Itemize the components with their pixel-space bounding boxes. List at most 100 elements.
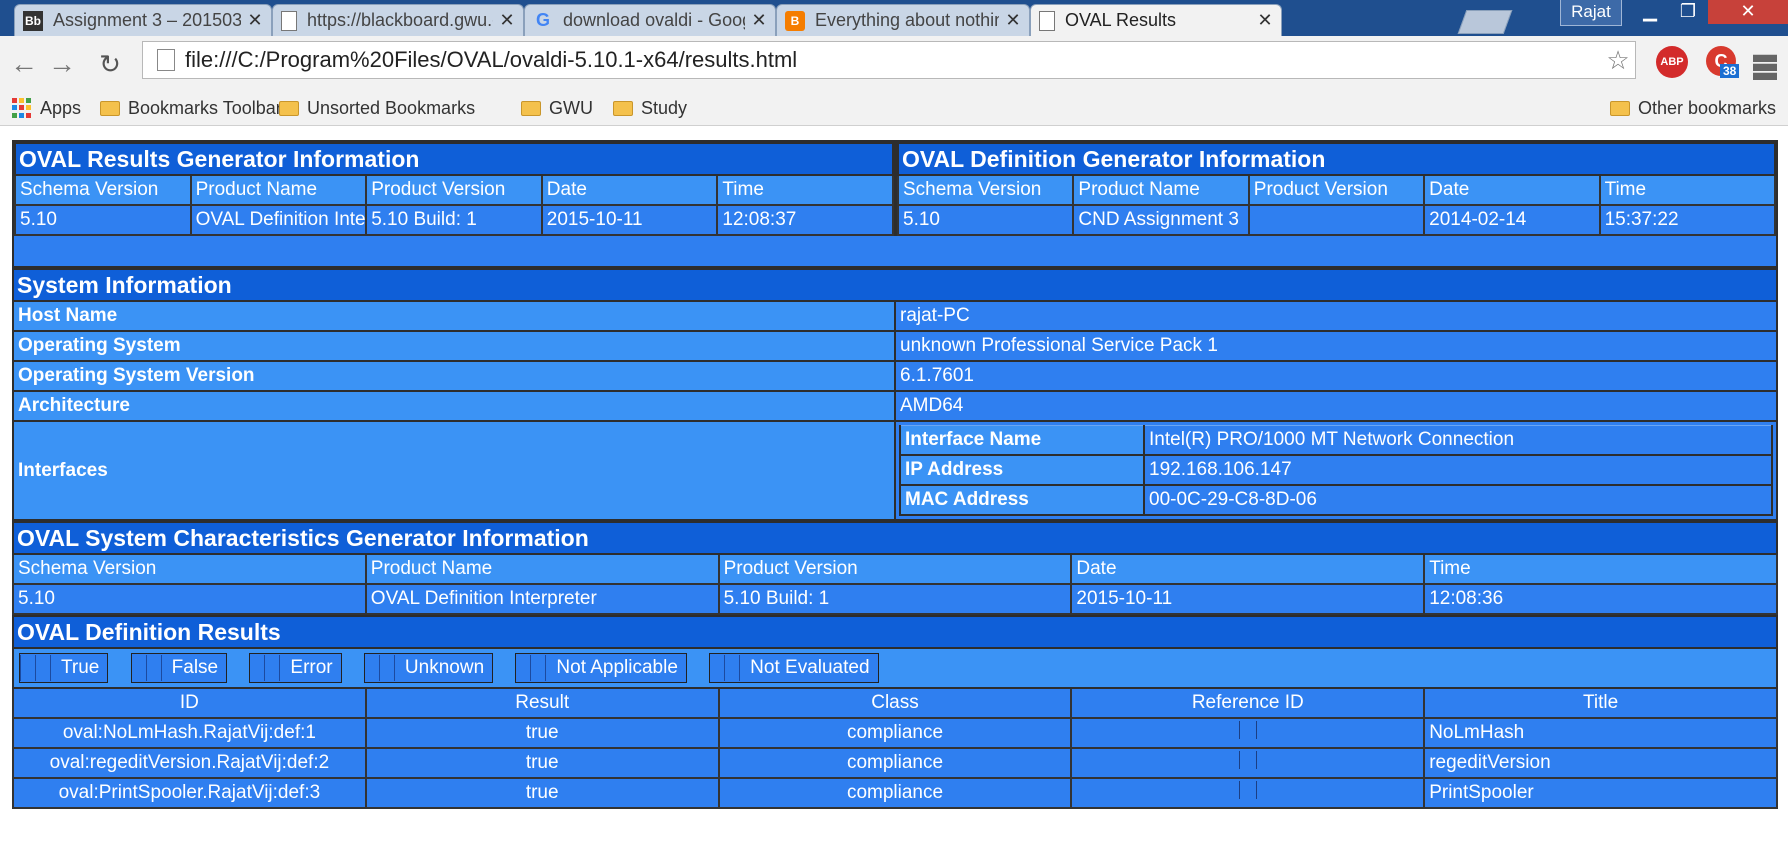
table-row: oval:regeditVersion.RajatVij:def:2 true …	[12, 747, 1778, 779]
legend-unknown: Unknown	[363, 652, 494, 683]
apps-icon	[12, 98, 32, 118]
other-bookmarks[interactable]: Other bookmarks	[1610, 94, 1776, 122]
date-value: 2014-02-14	[1423, 204, 1601, 236]
tab-title: https://blackboard.gwu.ed	[307, 10, 493, 30]
close-tab-icon[interactable]: ✕	[247, 10, 263, 31]
bookmark-label: Apps	[40, 97, 82, 118]
bookmark-folder[interactable]: Bookmarks Toolbar	[100, 94, 282, 122]
bookmark-label: Bookmarks Toolbar	[128, 97, 282, 118]
bookmark-label: Study	[641, 97, 688, 118]
forward-icon[interactable]: →	[44, 46, 80, 82]
adblock-icon[interactable]: ABP	[1656, 46, 1688, 78]
results-legend: True False Error Unknown Not Applicable …	[12, 647, 1778, 689]
column-header: Product Version	[717, 553, 1073, 585]
profile-button[interactable]: Rajat	[1560, 0, 1622, 26]
product-version-value: 5.10 Build: 1	[717, 583, 1073, 615]
back-icon[interactable]: ←	[6, 46, 42, 82]
column-header-class: Class	[717, 687, 1073, 719]
date-value: 2015-10-11	[540, 204, 719, 236]
bookmark-apps[interactable]: Apps	[12, 94, 81, 122]
bookmark-folder[interactable]: Unsorted Bookmarks	[279, 94, 475, 122]
page-icon	[1039, 10, 1055, 31]
os-version-value: 6.1.7601	[894, 360, 1778, 392]
extension-icon[interactable]: C 38	[1706, 46, 1740, 78]
product-name-value: OVAL Definition Interpreter	[364, 583, 720, 615]
column-header: Time	[1423, 553, 1778, 585]
definition-title: PrintSpooler	[1423, 777, 1778, 809]
minimize-icon[interactable]: ▁	[1632, 0, 1668, 24]
bookmark-label: Other bookmarks	[1638, 97, 1777, 118]
mac-address-value: 00-0C-29-C8-8D-06	[1143, 484, 1773, 516]
bookmark-label: GWU	[549, 97, 593, 118]
folder-icon	[1610, 100, 1630, 116]
google-icon: G	[535, 10, 550, 30]
definition-generator-table: OVAL Definition Generator Information Sc…	[896, 142, 1777, 236]
close-tab-icon[interactable]: ✕	[499, 10, 515, 31]
sc-generator-title: OVAL System Characteristics Generator In…	[12, 521, 1778, 555]
interface-name-label: Interface Name	[899, 425, 1145, 456]
product-name-value: CND Assignment 3	[1072, 204, 1250, 236]
definition-id: oval:PrintSpooler.RajatVij:def:3	[12, 777, 367, 809]
sc-generator-table: OVAL System Characteristics Generator In…	[12, 521, 1778, 615]
column-header: Schema Version	[12, 553, 367, 585]
legend-not-evaluated: Not Evaluated	[709, 652, 879, 683]
folder-icon	[100, 100, 120, 116]
mac-address-label: MAC Address	[899, 484, 1145, 516]
section-spacer	[12, 236, 1778, 268]
product-name-value: OVAL Definition Interpreter	[189, 204, 368, 236]
tab-google[interactable]: G download ovaldi - Google ✕	[524, 4, 776, 36]
tab-blackboard[interactable]: https://blackboard.gwu.ed ✕	[272, 4, 524, 36]
page-icon	[157, 49, 175, 71]
blogger-icon: B	[785, 10, 805, 31]
column-header: Product Name	[189, 174, 368, 206]
column-header: Product Name	[1072, 174, 1250, 206]
oval-results-page: OVAL Results Generator Information Schem…	[12, 140, 1778, 809]
tab-assignment[interactable]: Bb Assignment 3 – 201503_C ✕	[14, 4, 272, 36]
definition-reference	[1070, 747, 1426, 779]
close-tab-icon[interactable]: ✕	[751, 10, 767, 31]
definition-id: oval:NoLmHash.RajatVij:def:1	[12, 717, 367, 749]
definition-class: compliance	[717, 777, 1073, 809]
definition-generator-title: OVAL Definition Generator Information	[897, 142, 1776, 176]
column-header: Schema Version	[14, 174, 192, 206]
date-value: 2015-10-11	[1070, 583, 1426, 615]
time-value: 12:08:37	[716, 204, 894, 236]
folder-icon	[279, 100, 299, 116]
definition-id: oval:regeditVersion.RajatVij:def:2	[12, 747, 367, 779]
menu-icon[interactable]: ▬ ▬ ▬	[1752, 43, 1778, 85]
schema-version-value: 5.10	[14, 204, 192, 236]
time-value: 12:08:36	[1423, 583, 1778, 615]
os-version-label: Operating System Version	[12, 360, 896, 392]
tab-blogger[interactable]: B Everything about nothing ✕	[776, 4, 1030, 36]
legend-true: True	[19, 652, 109, 683]
table-row: oval:PrintSpooler.RajatVij:def:3 true co…	[12, 777, 1778, 809]
close-window-icon[interactable]: ✕	[1708, 0, 1788, 24]
url-text[interactable]: file:///C:/Program%20Files/OVAL/ovaldi-5…	[185, 47, 1601, 73]
new-tab-button[interactable]	[1457, 10, 1513, 34]
close-tab-icon[interactable]: ✕	[1257, 10, 1273, 31]
generator-info-table: OVAL Results Generator Information Schem…	[12, 140, 1778, 268]
bookmark-star-icon[interactable]: ☆	[1601, 45, 1635, 76]
address-bar[interactable]: file:///C:/Program%20Files/OVAL/ovaldi-5…	[142, 41, 1636, 79]
product-version-value: 5.10 Build: 1	[365, 204, 543, 236]
column-header-title: Title	[1423, 687, 1778, 719]
column-header: Date	[540, 174, 719, 206]
definition-results-table: OVAL Definition Results True False Error…	[12, 615, 1778, 809]
definition-result: true	[364, 777, 720, 809]
tab-oval-results[interactable]: OVAL Results ✕	[1030, 4, 1282, 36]
bookmark-folder[interactable]: GWU	[521, 94, 593, 122]
page-icon	[281, 10, 297, 31]
architecture-value: AMD64	[894, 390, 1778, 422]
ip-address-label: IP Address	[899, 454, 1145, 486]
browser-toolbar: ← → ↻ file:///C:/Program%20Files/OVAL/ov…	[0, 36, 1788, 92]
table-row: oval:NoLmHash.RajatVij:def:1 true compli…	[12, 717, 1778, 749]
reload-icon[interactable]: ↻	[92, 46, 128, 82]
definition-results-title: OVAL Definition Results	[12, 615, 1778, 649]
bookmark-folder[interactable]: Study	[613, 94, 687, 122]
close-tab-icon[interactable]: ✕	[1005, 10, 1021, 31]
definition-reference	[1070, 717, 1426, 749]
legend-false: False	[130, 652, 228, 683]
maximize-icon[interactable]: ❐	[1670, 0, 1706, 24]
system-info-title: System Information	[12, 268, 1778, 302]
os-label: Operating System	[12, 330, 896, 362]
